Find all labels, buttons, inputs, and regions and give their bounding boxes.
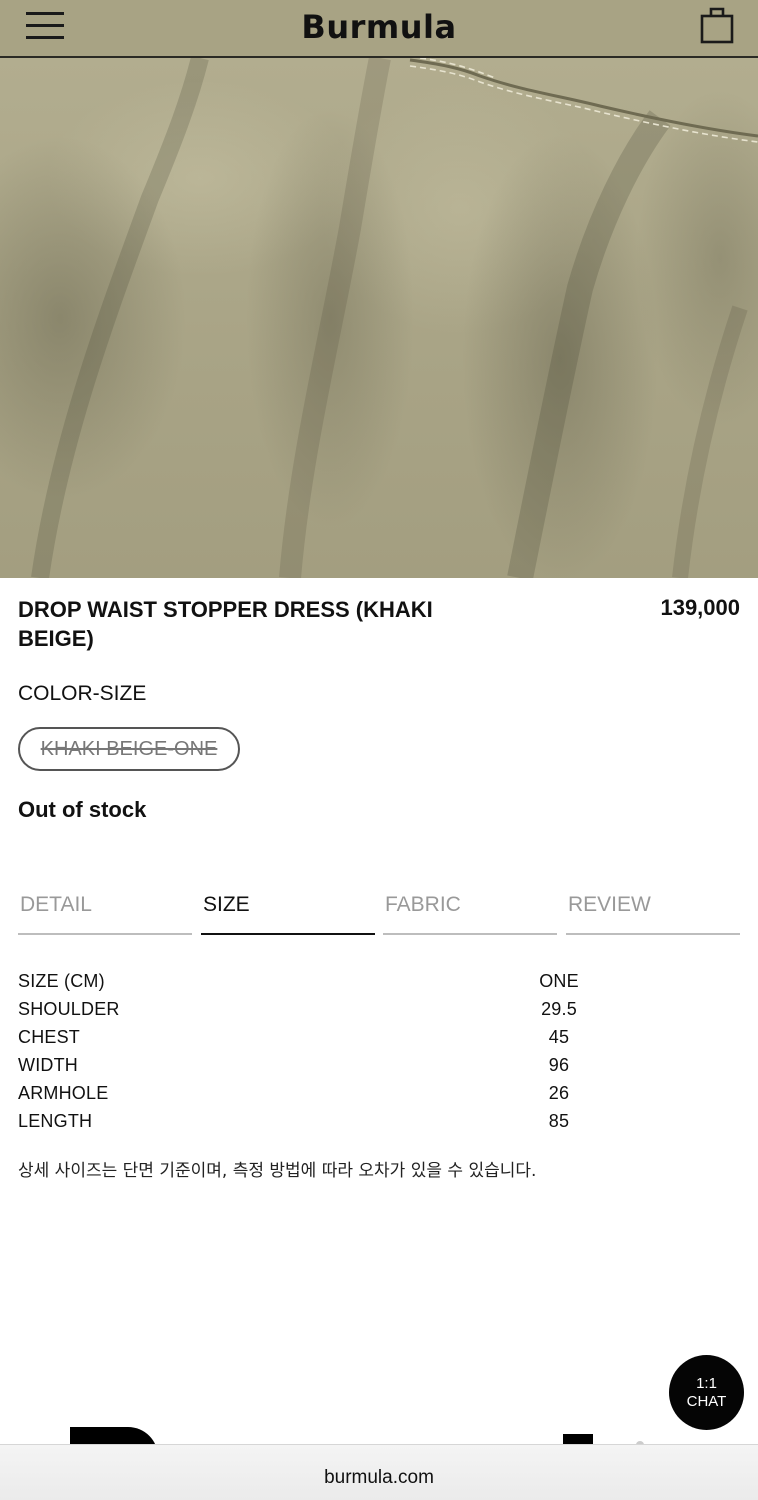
tab-detail[interactable]: DETAIL [18, 893, 192, 935]
size-note: 상세 사이즈는 단면 기준이며, 측정 방법에 따라 오차가 있을 수 있습니다… [18, 1161, 537, 1181]
size-table-row: LENGTH 85 [18, 1111, 740, 1139]
size-value: 26 [548, 1083, 570, 1103]
size-value: 29.5 [541, 999, 577, 1019]
stock-status: Out of stock [18, 797, 147, 822]
tab-fabric[interactable]: FABRIC [383, 893, 557, 935]
size-label: SIZE (CM) [18, 971, 105, 991]
size-table-row: WIDTH 96 [18, 1055, 740, 1083]
size-label: LENGTH [18, 1111, 93, 1131]
size-table-row: CHEST 45 [18, 1027, 740, 1055]
size-value: 96 [548, 1055, 570, 1075]
brand-logo[interactable]: Burmula [0, 8, 758, 46]
size-table-row: SIZE (CM) ONE [18, 971, 740, 999]
tab-review[interactable]: REVIEW [566, 893, 740, 935]
chat-label-line1: 1:1 [696, 1375, 717, 1392]
size-value: 85 [548, 1111, 570, 1131]
product-price: 139,000 [660, 595, 740, 620]
size-label: SHOULDER [18, 999, 120, 1019]
browser-url-bar[interactable]: burmula.com [0, 1444, 758, 1500]
size-label: ARMHOLE [18, 1083, 109, 1103]
product-image[interactable] [0, 58, 758, 578]
shopping-bag-icon[interactable] [700, 6, 734, 44]
product-title: DROP WAIST STOPPER DRESS (KHAKI BEIGE) [18, 597, 433, 651]
option-chip-khaki-beige-one[interactable]: KHAKI BEIGE-ONE [18, 727, 240, 771]
url-text: burmula.com [324, 1467, 434, 1488]
chat-label-line2: CHAT [686, 1393, 727, 1410]
size-table-row: ARMHOLE 26 [18, 1083, 740, 1111]
option-label: COLOR-SIZE [18, 682, 147, 705]
size-label: CHEST [18, 1027, 81, 1047]
size-table-row: SHOULDER 29.5 [18, 999, 740, 1027]
size-value: ONE [539, 971, 579, 991]
size-value: 45 [548, 1027, 570, 1047]
site-header: Burmula [0, 0, 758, 58]
size-label: WIDTH [18, 1055, 78, 1075]
chat-button[interactable]: 1:1 CHAT [669, 1355, 744, 1430]
tab-size[interactable]: SIZE [201, 893, 375, 935]
